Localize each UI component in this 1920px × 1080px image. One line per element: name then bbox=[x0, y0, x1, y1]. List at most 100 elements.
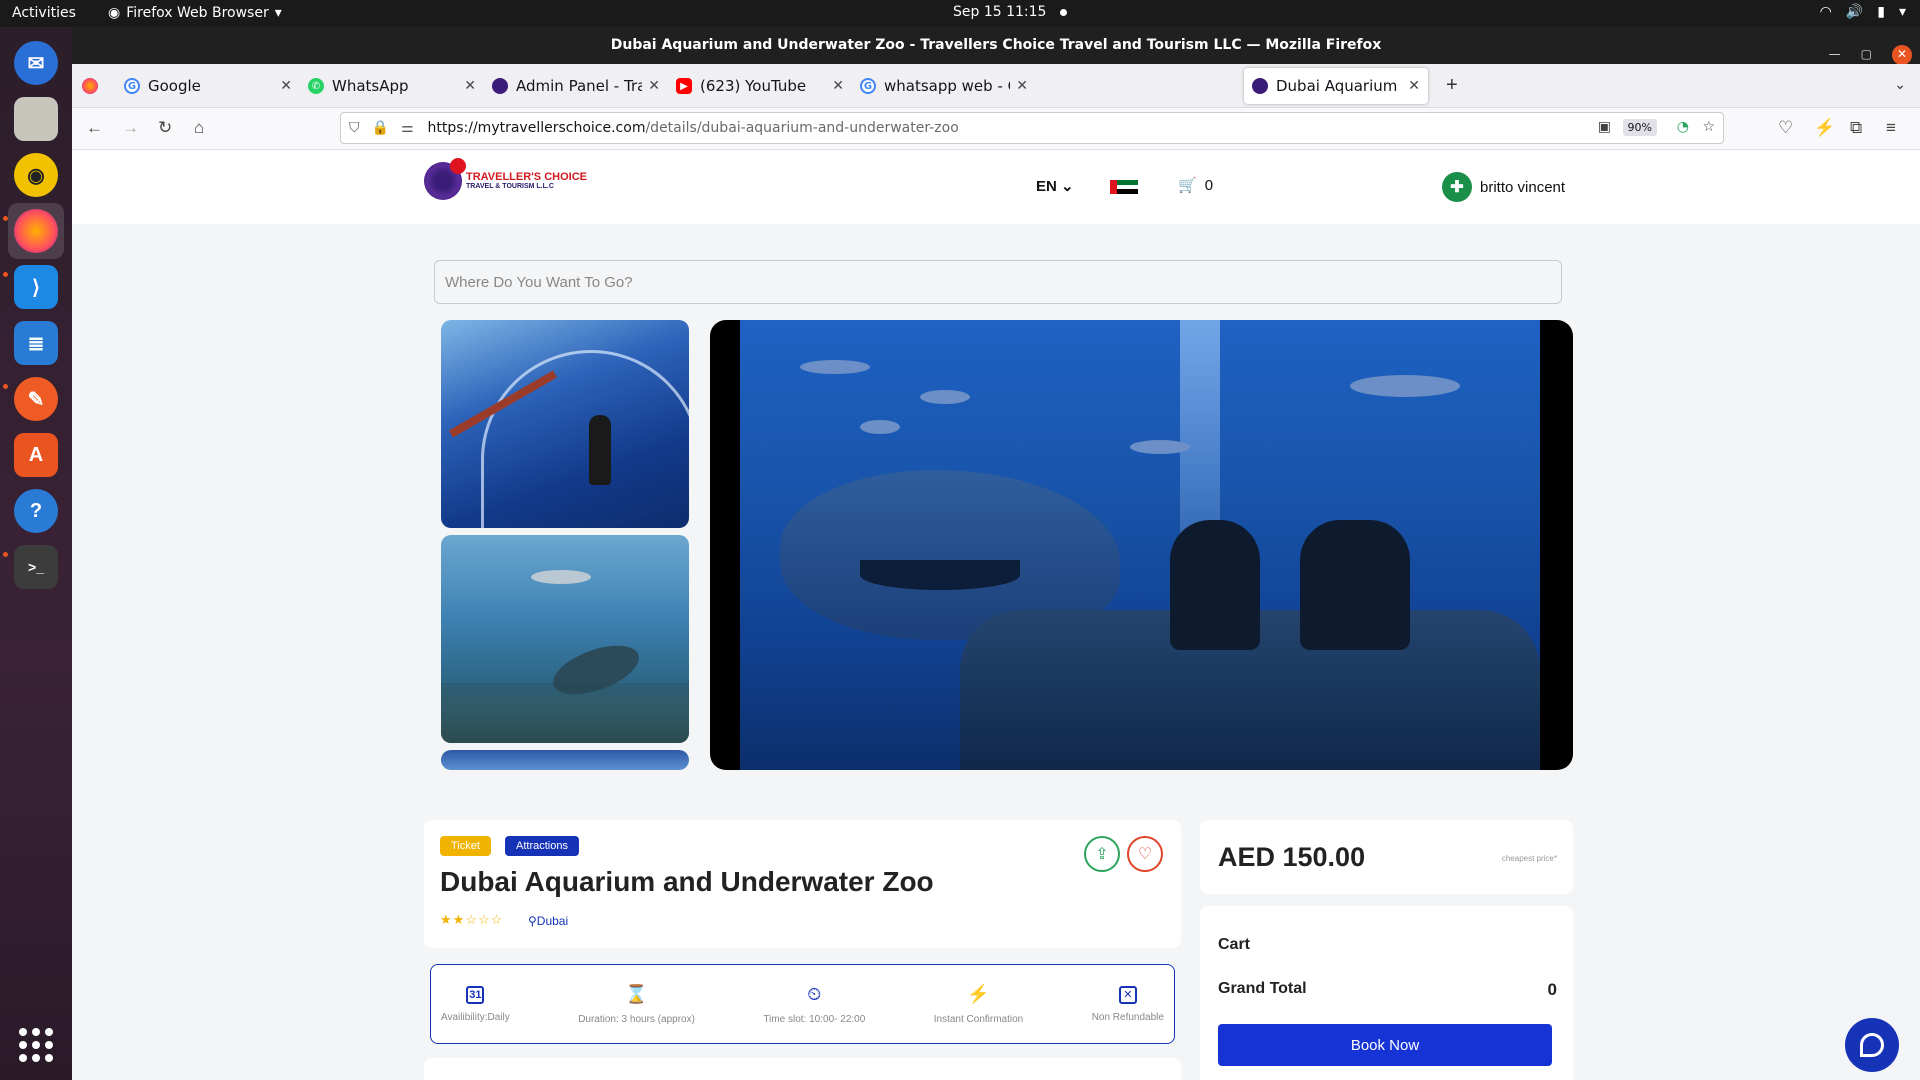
system-tray[interactable]: ◠ 🔊 ▮ ▾ bbox=[1820, 4, 1906, 20]
firefox-view-icon[interactable] bbox=[82, 78, 98, 94]
tab-youtube[interactable]: ▶ (623) YouTube ✕ bbox=[668, 68, 852, 104]
close-tab-icon[interactable]: ✕ bbox=[1016, 78, 1028, 94]
pocket-icon[interactable]: ♡ bbox=[1778, 118, 1793, 138]
permissions-icon[interactable]: ⚌ bbox=[401, 120, 414, 136]
activities-button[interactable]: Activities bbox=[12, 5, 76, 21]
close-tab-icon[interactable]: ✕ bbox=[832, 78, 844, 94]
url-path: /details/dubai-aquarium-and-underwater-z… bbox=[645, 120, 959, 136]
gallery-thumbnail[interactable] bbox=[441, 535, 689, 743]
writer-icon: ≣ bbox=[14, 321, 58, 365]
clock-icon: ⏲ bbox=[807, 984, 822, 1004]
close-tab-icon[interactable]: ✕ bbox=[280, 78, 292, 94]
close-tab-icon[interactable]: ✕ bbox=[464, 78, 476, 94]
reload-icon[interactable]: ↻ bbox=[158, 118, 172, 138]
back-arrow-icon[interactable]: ← bbox=[86, 118, 103, 138]
tab-dubai-aquarium[interactable]: Dubai Aquarium and Und ✕ bbox=[1244, 68, 1428, 104]
lock-icon[interactable]: 🔒 bbox=[372, 120, 389, 136]
location-label: Dubai bbox=[536, 914, 569, 928]
hamburger-menu-icon[interactable]: ≡ bbox=[1886, 118, 1896, 138]
category-tag[interactable]: Attractions bbox=[505, 836, 579, 856]
list-tabs-chevron-icon[interactable]: ⌄ bbox=[1894, 76, 1906, 93]
favorite-button[interactable]: ♡ bbox=[1127, 836, 1163, 872]
firefox-icon bbox=[14, 209, 58, 253]
vscode-icon: ⟩ bbox=[14, 265, 58, 309]
dock-help[interactable]: ? bbox=[8, 483, 64, 539]
dock-firefox[interactable] bbox=[8, 203, 64, 259]
destination-search-input[interactable] bbox=[434, 260, 1562, 304]
close-tab-icon[interactable]: ✕ bbox=[648, 78, 660, 94]
dock-software[interactable]: A bbox=[8, 427, 64, 483]
close-tab-icon[interactable]: ✕ bbox=[1408, 78, 1420, 94]
star-rating: ★★☆☆☆ bbox=[440, 912, 503, 928]
dock-thunderbird[interactable]: ✉ bbox=[8, 35, 64, 91]
category-tag[interactable]: Ticket bbox=[440, 836, 491, 856]
close-window-button[interactable]: ✕ bbox=[1892, 44, 1912, 65]
bookmark-star-icon[interactable]: ☆ bbox=[1702, 119, 1715, 135]
feature-time-slot: ⏲ Time slot: 10:00- 22:00 bbox=[763, 965, 865, 1043]
app-menu[interactable]: ◉ Firefox Web Browser ▾ bbox=[108, 5, 282, 21]
show-apps-button[interactable] bbox=[8, 1017, 64, 1073]
tab-strip: G Google ✕ ✆ WhatsApp ✕ Admin Panel - Tr… bbox=[72, 64, 1920, 108]
gallery-thumbnail[interactable] bbox=[441, 320, 689, 528]
window-titlebar[interactable]: Dubai Aquarium and Underwater Zoo - Trav… bbox=[72, 27, 1920, 65]
extension-icon[interactable]: ◔ bbox=[1677, 119, 1689, 135]
url-bar[interactable]: ⛉ 🔒 ⚌ https://mytravellerschoice.com/det… bbox=[340, 112, 1724, 144]
site-logo[interactable]: TRAVELLER'S CHOICE TRAVEL & TOURISM L.L.… bbox=[424, 158, 587, 200]
share-icon: ⇪ bbox=[1095, 846, 1109, 863]
clock[interactable]: Sep 15 11:15 bbox=[953, 4, 1068, 20]
google-icon: G bbox=[860, 78, 876, 94]
reader-view-icon[interactable]: ▣ bbox=[1598, 119, 1611, 135]
avatar: ✚ bbox=[1442, 172, 1472, 202]
logo-line1: TRAVELLER'S CHOICE bbox=[466, 171, 587, 183]
dock-postman[interactable]: ✎ bbox=[8, 371, 64, 427]
terminal-icon: >_ bbox=[14, 545, 58, 589]
tab-label: Dubai Aquarium and Und bbox=[1276, 77, 1402, 95]
feature-label: Duration: 3 hours (approx) bbox=[578, 1013, 695, 1025]
forward-arrow-icon[interactable]: → bbox=[122, 118, 139, 138]
cart-count: 0 bbox=[1204, 176, 1214, 194]
page-content: TRAVELLER'S CHOICE TRAVEL & TOURISM L.L.… bbox=[72, 150, 1920, 1080]
tab-google[interactable]: G Google ✕ bbox=[116, 68, 300, 104]
dock-files[interactable] bbox=[8, 91, 64, 147]
window-title: Dubai Aquarium and Underwater Zoo - Trav… bbox=[610, 37, 1382, 53]
tab-label: WhatsApp bbox=[332, 77, 409, 95]
home-icon[interactable]: ⌂ bbox=[194, 118, 204, 138]
share-button[interactable]: ⇪ bbox=[1084, 836, 1120, 872]
new-tab-button[interactable]: + bbox=[1446, 74, 1458, 97]
tab-whatsapp[interactable]: ✆ WhatsApp ✕ bbox=[300, 68, 484, 104]
language-selector[interactable]: EN ⌄ bbox=[1036, 177, 1074, 195]
site-icon bbox=[1252, 78, 1268, 94]
price-value: AED 150.00 bbox=[1218, 842, 1366, 872]
dock: ✉ ◉ ⟩ ≣ ✎ A ? >_ bbox=[0, 27, 72, 1080]
details-card bbox=[424, 1058, 1181, 1080]
url-text: https://mytravellerschoice.com/details/d… bbox=[428, 120, 959, 136]
price-note: cheapest price* bbox=[1501, 854, 1557, 863]
tab-admin-panel[interactable]: Admin Panel - Travellers C ✕ bbox=[484, 68, 668, 104]
extension-bolt-icon[interactable]: ⚡ bbox=[1814, 118, 1835, 138]
dock-rhythmbox[interactable]: ◉ bbox=[8, 147, 64, 203]
postman-icon: ✎ bbox=[14, 377, 58, 421]
zoom-level-badge[interactable]: 90% bbox=[1622, 119, 1657, 136]
dock-vscode[interactable]: ⟩ bbox=[8, 259, 64, 315]
chat-widget-button[interactable] bbox=[1845, 1018, 1899, 1072]
price-card: AED 150.00 cheapest price* bbox=[1200, 820, 1573, 894]
hourglass-icon: ⌛ bbox=[625, 984, 648, 1004]
star-empty-icon: ☆ bbox=[465, 912, 478, 927]
dock-writer[interactable]: ≣ bbox=[8, 315, 64, 371]
cart-button[interactable]: 🛒 0 bbox=[1178, 176, 1214, 195]
calendar-x-icon: ✕ bbox=[1118, 985, 1137, 1004]
feature-confirmation: ⚡ Instant Confirmation bbox=[934, 965, 1024, 1043]
youtube-icon: ▶ bbox=[676, 78, 692, 94]
help-icon: ? bbox=[14, 489, 58, 533]
book-now-button[interactable]: Book Now bbox=[1218, 1024, 1552, 1066]
shield-icon[interactable]: ⛉ bbox=[349, 120, 360, 136]
location-link[interactable]: ⚲Dubai bbox=[528, 914, 568, 928]
gallery-thumbnail[interactable] bbox=[441, 750, 689, 770]
extensions-icon[interactable]: ⧉ bbox=[1850, 118, 1862, 138]
dock-terminal[interactable]: >_ bbox=[8, 539, 64, 595]
feature-label: Time slot: 10:00- 22:00 bbox=[763, 1013, 866, 1025]
tab-whatsapp-web-search[interactable]: G whatsapp web - Google S ✕ bbox=[852, 68, 1036, 104]
user-menu[interactable]: ✚ britto vincent bbox=[1442, 172, 1565, 202]
uae-flag-icon[interactable] bbox=[1110, 180, 1138, 195]
heart-icon: ♡ bbox=[1137, 846, 1153, 863]
